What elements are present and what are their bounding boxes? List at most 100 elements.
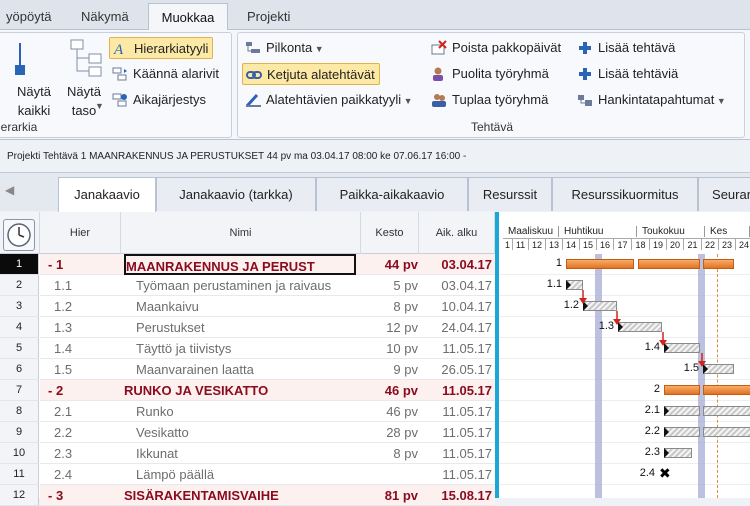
procurement-events-button[interactable]: Hankintatapahtumat ▼ — [574, 89, 730, 111]
gantt-summary-bar[interactable] — [664, 385, 700, 395]
table-row[interactable]: - 1 MAANRAKENNUS JA PERUST 44 pv 03.04.17 — [40, 254, 495, 275]
table-row[interactable]: 2.3 Ikkunat 8 pv 11.05.17 — [40, 443, 495, 464]
clock-icon[interactable] — [3, 219, 35, 251]
cell-name[interactable]: Runko — [124, 401, 356, 422]
remove-forced-dates-button[interactable]: Poista pakkopäivät — [428, 37, 565, 59]
cell-alku[interactable]: 11.05.17 — [422, 422, 492, 443]
cell-hier[interactable]: - 1 — [48, 254, 120, 275]
cell-hier[interactable]: 1.1 — [48, 275, 120, 296]
row-number[interactable]: 8 — [0, 401, 39, 422]
tab-janakaavio[interactable]: Janakaavio — [58, 177, 156, 212]
subtask-location-style-button[interactable]: Alatehtävien paikkatyyli ▼ — [242, 89, 417, 111]
cell-name[interactable]: Maankaivu — [124, 296, 356, 317]
cell-hier[interactable]: 2.2 — [48, 422, 120, 443]
milestone-icon[interactable]: ✖ — [659, 465, 671, 482]
split-button[interactable]: Pilkonta ▼ — [242, 37, 328, 59]
header-kesto[interactable]: Kesto — [361, 212, 419, 254]
cell-alku[interactable]: 11.05.17 — [422, 464, 492, 485]
cell-name[interactable]: Lämpö päällä — [124, 464, 356, 485]
cell-hier[interactable]: 1.4 — [48, 338, 120, 359]
cell-kesto[interactable] — [362, 464, 418, 485]
cell-kesto[interactable]: 12 pv — [362, 317, 418, 338]
table-row[interactable]: 2.4 Lämpö päällä 11.05.17 — [40, 464, 495, 485]
cell-alku[interactable]: 24.04.17 — [422, 317, 492, 338]
row-number[interactable]: 9 — [0, 422, 39, 443]
row-number[interactable]: 11 — [0, 464, 39, 485]
time-order-button[interactable]: Aikajärjestys — [109, 89, 210, 111]
row-number[interactable]: 5 — [0, 338, 39, 359]
gantt-summary-bar[interactable] — [703, 385, 750, 395]
table-row[interactable]: 2.2 Vesikatto 28 pv 11.05.17 — [40, 422, 495, 443]
table-row[interactable]: 1.2 Maankaivu 8 pv 10.04.17 — [40, 296, 495, 317]
cell-kesto[interactable]: 44 pv — [362, 254, 418, 275]
cell-hier[interactable]: 2.4 — [48, 464, 120, 485]
tab-resurssit[interactable]: Resurssit — [468, 177, 552, 211]
double-crew-button[interactable]: Tuplaa työryhmä — [428, 89, 552, 111]
cell-alku[interactable]: 11.05.17 — [422, 443, 492, 464]
table-row[interactable]: 1.4 Täyttö ja tiivistys 10 pv 11.05.17 — [40, 338, 495, 359]
add-tasks-button[interactable]: Lisää tehtäviä — [574, 63, 682, 85]
table-row[interactable]: 1.3 Perustukset 12 pv 24.04.17 — [40, 317, 495, 338]
gantt-summary-bar[interactable] — [566, 259, 634, 269]
gantt-task-bar[interactable] — [664, 343, 700, 353]
cell-kesto[interactable]: 81 pv — [362, 485, 418, 506]
cell-alku[interactable]: 11.05.17 — [422, 380, 492, 401]
cell-name[interactable]: Perustukset — [124, 317, 356, 338]
gantt-task-bar[interactable] — [664, 427, 700, 437]
menu-tab-muokkaa[interactable]: Muokkaa — [148, 3, 228, 31]
cell-alku[interactable]: 11.05.17 — [422, 401, 492, 422]
row-number[interactable]: 10 — [0, 443, 39, 464]
table-row[interactable]: 1.5 Maanvarainen laatta 9 pv 26.05.17 — [40, 359, 495, 380]
cell-kesto[interactable]: 8 pv — [362, 296, 418, 317]
cell-name[interactable]: MAANRAKENNUS JA PERUST — [124, 254, 356, 275]
cell-hier[interactable]: 1.5 — [48, 359, 120, 380]
cell-alku[interactable]: 26.05.17 — [422, 359, 492, 380]
cell-hier[interactable]: 1.2 — [48, 296, 120, 317]
menu-tab-projekti[interactable]: Projekti — [241, 3, 296, 30]
cell-hier[interactable]: 2.1 — [48, 401, 120, 422]
halve-crew-button[interactable]: Puolita työryhmä — [428, 63, 553, 85]
row-number[interactable]: 1 — [0, 254, 39, 275]
cell-hier[interactable]: - 3 — [48, 485, 120, 506]
cell-kesto[interactable]: 8 pv — [362, 443, 418, 464]
cell-name[interactable]: Ikkunat — [124, 443, 356, 464]
cell-name[interactable]: Maanvarainen laatta — [124, 359, 356, 380]
cell-name[interactable]: Täyttö ja tiivistys — [124, 338, 356, 359]
tab-resurssikuormitus[interactable]: Resurssikuormitus — [552, 177, 698, 211]
header-hier[interactable]: Hier — [40, 212, 121, 254]
cell-hier[interactable]: - 2 — [48, 380, 120, 401]
menu-tab-tyopoyta[interactable]: yöpöytä — [0, 3, 58, 30]
cell-alku[interactable]: 03.04.17 — [422, 275, 492, 296]
cell-kesto[interactable]: 9 pv — [362, 359, 418, 380]
table-row[interactable]: 1.1 Työmaan perustaminen ja raivaus 5 pv 03… — [40, 275, 495, 296]
cell-kesto[interactable]: 5 pv — [362, 275, 418, 296]
cell-alku[interactable]: 11.05.17 — [422, 338, 492, 359]
cell-kesto[interactable]: 46 pv — [362, 401, 418, 422]
cell-hier[interactable]: 1.3 — [48, 317, 120, 338]
header-alku[interactable]: Aik. alku — [419, 212, 495, 254]
cell-alku[interactable]: 15.08.17 — [422, 485, 492, 506]
cell-name[interactable]: Vesikatto — [124, 422, 356, 443]
row-number[interactable]: 4 — [0, 317, 39, 338]
tab-seuranta[interactable]: Seuran — [698, 177, 750, 211]
cell-hier[interactable]: 2.3 — [48, 443, 120, 464]
add-task-button[interactable]: Lisää tehtävä — [574, 37, 679, 59]
row-number[interactable]: 12 — [0, 485, 39, 506]
cell-name[interactable]: SISÄRAKENTAMISVAIHE — [124, 485, 356, 506]
gantt-summary-bar[interactable] — [638, 259, 700, 269]
row-number[interactable]: 7 — [0, 380, 39, 401]
cell-name[interactable]: Työmaan perustaminen ja raivaus — [124, 275, 356, 296]
hierarchy-style-button[interactable]: A Hierarkiatyyli — [109, 37, 214, 59]
show-all-button[interactable]: Näytä kaikki — [11, 82, 57, 120]
tab-janakaavio-tarkka[interactable]: Janakaavio (tarkka) — [156, 177, 316, 211]
cell-name[interactable]: RUNKO JA VESIKATTO — [124, 380, 356, 401]
tab-paikka-aikakaavio[interactable]: Paikka-aikakaavio — [316, 177, 468, 211]
table-row[interactable]: 2.1 Runko 46 pv 11.05.17 — [40, 401, 495, 422]
scroll-left-icon[interactable]: ◀ — [5, 183, 14, 197]
table-row[interactable]: - 2 RUNKO JA VESIKATTO 46 pv 11.05.17 — [40, 380, 495, 401]
row-number[interactable]: 3 — [0, 296, 39, 317]
row-number[interactable]: 6 — [0, 359, 39, 380]
cell-kesto[interactable]: 10 pv — [362, 338, 418, 359]
gantt-task-bar[interactable] — [618, 322, 662, 332]
gantt-summary-bar[interactable] — [703, 259, 734, 269]
